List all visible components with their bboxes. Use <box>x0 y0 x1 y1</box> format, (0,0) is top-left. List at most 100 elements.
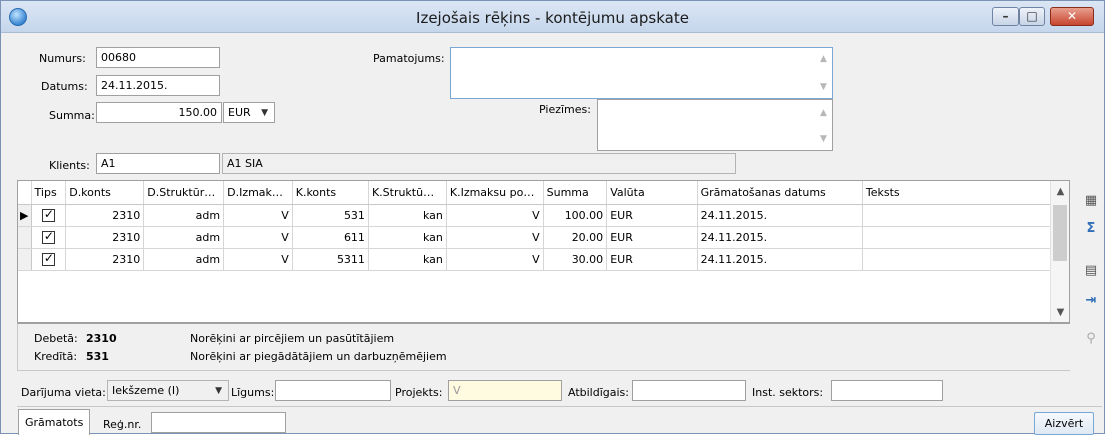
columns-icon[interactable]: ▦ <box>1082 192 1100 210</box>
table-row[interactable]: 2310 adm V 611 kan V 20.00 EUR 24.11.201… <box>18 226 1069 249</box>
close-button[interactable]: Aizvērt <box>1034 412 1094 435</box>
scroll-down-icon[interactable]: ▼ <box>1051 307 1069 318</box>
checkbox[interactable] <box>41 229 55 244</box>
ligums-field[interactable] <box>275 380 391 401</box>
debet-description: Norēķini ar pircējiem un pasūtītājiem <box>190 332 395 345</box>
sum-icon[interactable]: Σ <box>1082 220 1100 238</box>
projekts-field[interactable]: V <box>448 380 562 401</box>
chevron-down-icon: ▼ <box>215 386 222 396</box>
checkbox[interactable] <box>41 251 55 266</box>
currency-value: EUR <box>228 106 251 119</box>
close-icon: ✕ <box>1066 9 1078 23</box>
table-cell[interactable] <box>862 204 1069 227</box>
table-cell[interactable]: V <box>223 248 293 271</box>
atbildigais-label: Atbildīgais: <box>568 386 629 399</box>
table-cell[interactable]: 30.00 <box>543 248 608 271</box>
table-cell[interactable]: 2310 <box>65 226 145 249</box>
currency-select[interactable]: EUR ▼ <box>223 102 275 123</box>
export-icon[interactable]: ⇥ <box>1082 292 1100 310</box>
darijuma-vieta-select[interactable]: Iekšzeme (I) ▼ <box>107 380 229 401</box>
atbildigais-field[interactable] <box>632 380 746 401</box>
pamatojums-scrollbar[interactable]: ▲ ▼ <box>815 48 832 98</box>
minimize-button[interactable]: – <box>992 7 1019 26</box>
column-header[interactable]: Teksts <box>862 181 1069 205</box>
row-indicator <box>18 226 32 249</box>
klients-code-field[interactable]: A1 <box>96 153 220 174</box>
datums-label: Datums: <box>41 80 88 93</box>
close-window-button[interactable]: ✕ <box>1050 7 1094 26</box>
inst-sektors-label: Inst. sektors: <box>752 386 824 399</box>
table-cell[interactable]: adm <box>143 226 225 249</box>
table-row[interactable]: 2310 adm V 5311 kan V 30.00 EUR 24.11.20… <box>18 248 1069 271</box>
table-cell[interactable]: 5311 <box>292 248 369 271</box>
table-cell[interactable]: 531 <box>292 204 369 227</box>
column-header[interactable]: K.konts <box>292 181 369 205</box>
table-cell[interactable]: adm <box>143 248 225 271</box>
column-header[interactable]: D.konts <box>65 181 145 205</box>
datums-field[interactable]: 24.11.2015. <box>96 75 220 96</box>
table-cell[interactable]: V <box>446 204 544 227</box>
maximize-button[interactable]: □ <box>1019 7 1045 26</box>
tab-gramatots[interactable]: Grāmatots <box>18 409 91 435</box>
inst-sektors-field[interactable] <box>831 380 943 401</box>
tips-cell[interactable] <box>31 226 67 249</box>
table-cell[interactable]: 24.11.2015. <box>697 226 863 249</box>
table-cell[interactable]: adm <box>143 204 225 227</box>
table-cell[interactable]: 100.00 <box>543 204 608 227</box>
table-cell[interactable]: V <box>223 204 293 227</box>
pamatojums-field[interactable]: ▲ ▼ <box>450 47 833 99</box>
column-header[interactable]: Valūta <box>606 181 698 205</box>
table-row[interactable]: ▶ 2310 adm V 531 kan V 100.00 EUR 24.11.… <box>18 204 1069 227</box>
table-cell[interactable]: V <box>446 248 544 271</box>
window: Izejošais rēķins - kontējumu apskate – □… <box>0 0 1105 435</box>
table-cell[interactable]: EUR <box>606 226 698 249</box>
table-cell[interactable]: EUR <box>606 204 698 227</box>
kredit-description: Norēķini ar piegādātājiem un darbuzņēmēj… <box>190 350 447 363</box>
checkbox[interactable] <box>41 207 55 222</box>
table-cell[interactable] <box>862 248 1069 271</box>
numurs-field[interactable]: 00680 <box>96 47 220 68</box>
maximize-icon: □ <box>1026 9 1038 23</box>
tips-cell[interactable] <box>31 248 67 271</box>
table-cell[interactable]: kan <box>368 204 447 227</box>
table-cell[interactable]: V <box>446 226 544 249</box>
postings-table: Tips D.konts D.Struktūr… D.Izmak… K.kont… <box>18 181 1069 271</box>
row-indicator-header <box>18 181 32 205</box>
user-search-icon[interactable]: ⚲ <box>1082 330 1100 348</box>
scroll-up-icon[interactable]: ▲ <box>1051 186 1069 197</box>
column-header[interactable]: Summa <box>543 181 608 205</box>
table-cell[interactable]: 2310 <box>65 204 145 227</box>
table-cell[interactable]: 24.11.2015. <box>697 248 863 271</box>
piezimes-scrollbar[interactable]: ▲ ▼ <box>815 100 832 150</box>
scroll-down-icon: ▼ <box>820 82 827 92</box>
scrollbar-thumb[interactable] <box>1053 205 1067 261</box>
debet-value: 2310 <box>86 332 117 345</box>
table-cell[interactable]: 20.00 <box>543 226 608 249</box>
column-header[interactable]: D.Struktūr… <box>143 181 225 205</box>
column-header[interactable]: Grāmatošanas datums <box>697 181 863 205</box>
table-cell[interactable]: 24.11.2015. <box>697 204 863 227</box>
summa-label: Summa: <box>49 109 95 122</box>
piezimes-field[interactable]: ▲ ▼ <box>597 99 833 151</box>
table-cell[interactable]: V <box>223 226 293 249</box>
summa-field[interactable]: 150.00 <box>96 102 222 123</box>
tips-cell[interactable] <box>31 204 67 227</box>
table-cell[interactable]: kan <box>368 226 447 249</box>
table-cell[interactable]: EUR <box>606 248 698 271</box>
column-header[interactable]: K.Struktū… <box>368 181 447 205</box>
debet-label: Debetā: <box>34 332 78 345</box>
table-cell[interactable]: kan <box>368 248 447 271</box>
column-header[interactable]: D.Izmak… <box>223 181 293 205</box>
table-cell[interactable]: 611 <box>292 226 369 249</box>
klients-name-field: A1 SIA <box>222 153 736 174</box>
column-header[interactable]: Tips <box>31 181 67 205</box>
column-header[interactable]: K.Izmaksu po… <box>446 181 544 205</box>
minimize-icon: – <box>1002 9 1009 23</box>
row-indicator <box>18 248 32 271</box>
filter-grid-icon[interactable]: ▤ <box>1082 262 1100 280</box>
table-cell[interactable] <box>862 226 1069 249</box>
table-cell[interactable]: 2310 <box>65 248 145 271</box>
grid-vertical-scrollbar[interactable]: ▲ ▼ <box>1050 181 1069 322</box>
postings-grid[interactable]: Tips D.konts D.Struktūr… D.Izmak… K.kont… <box>17 180 1070 323</box>
regnr-field[interactable] <box>151 412 286 433</box>
